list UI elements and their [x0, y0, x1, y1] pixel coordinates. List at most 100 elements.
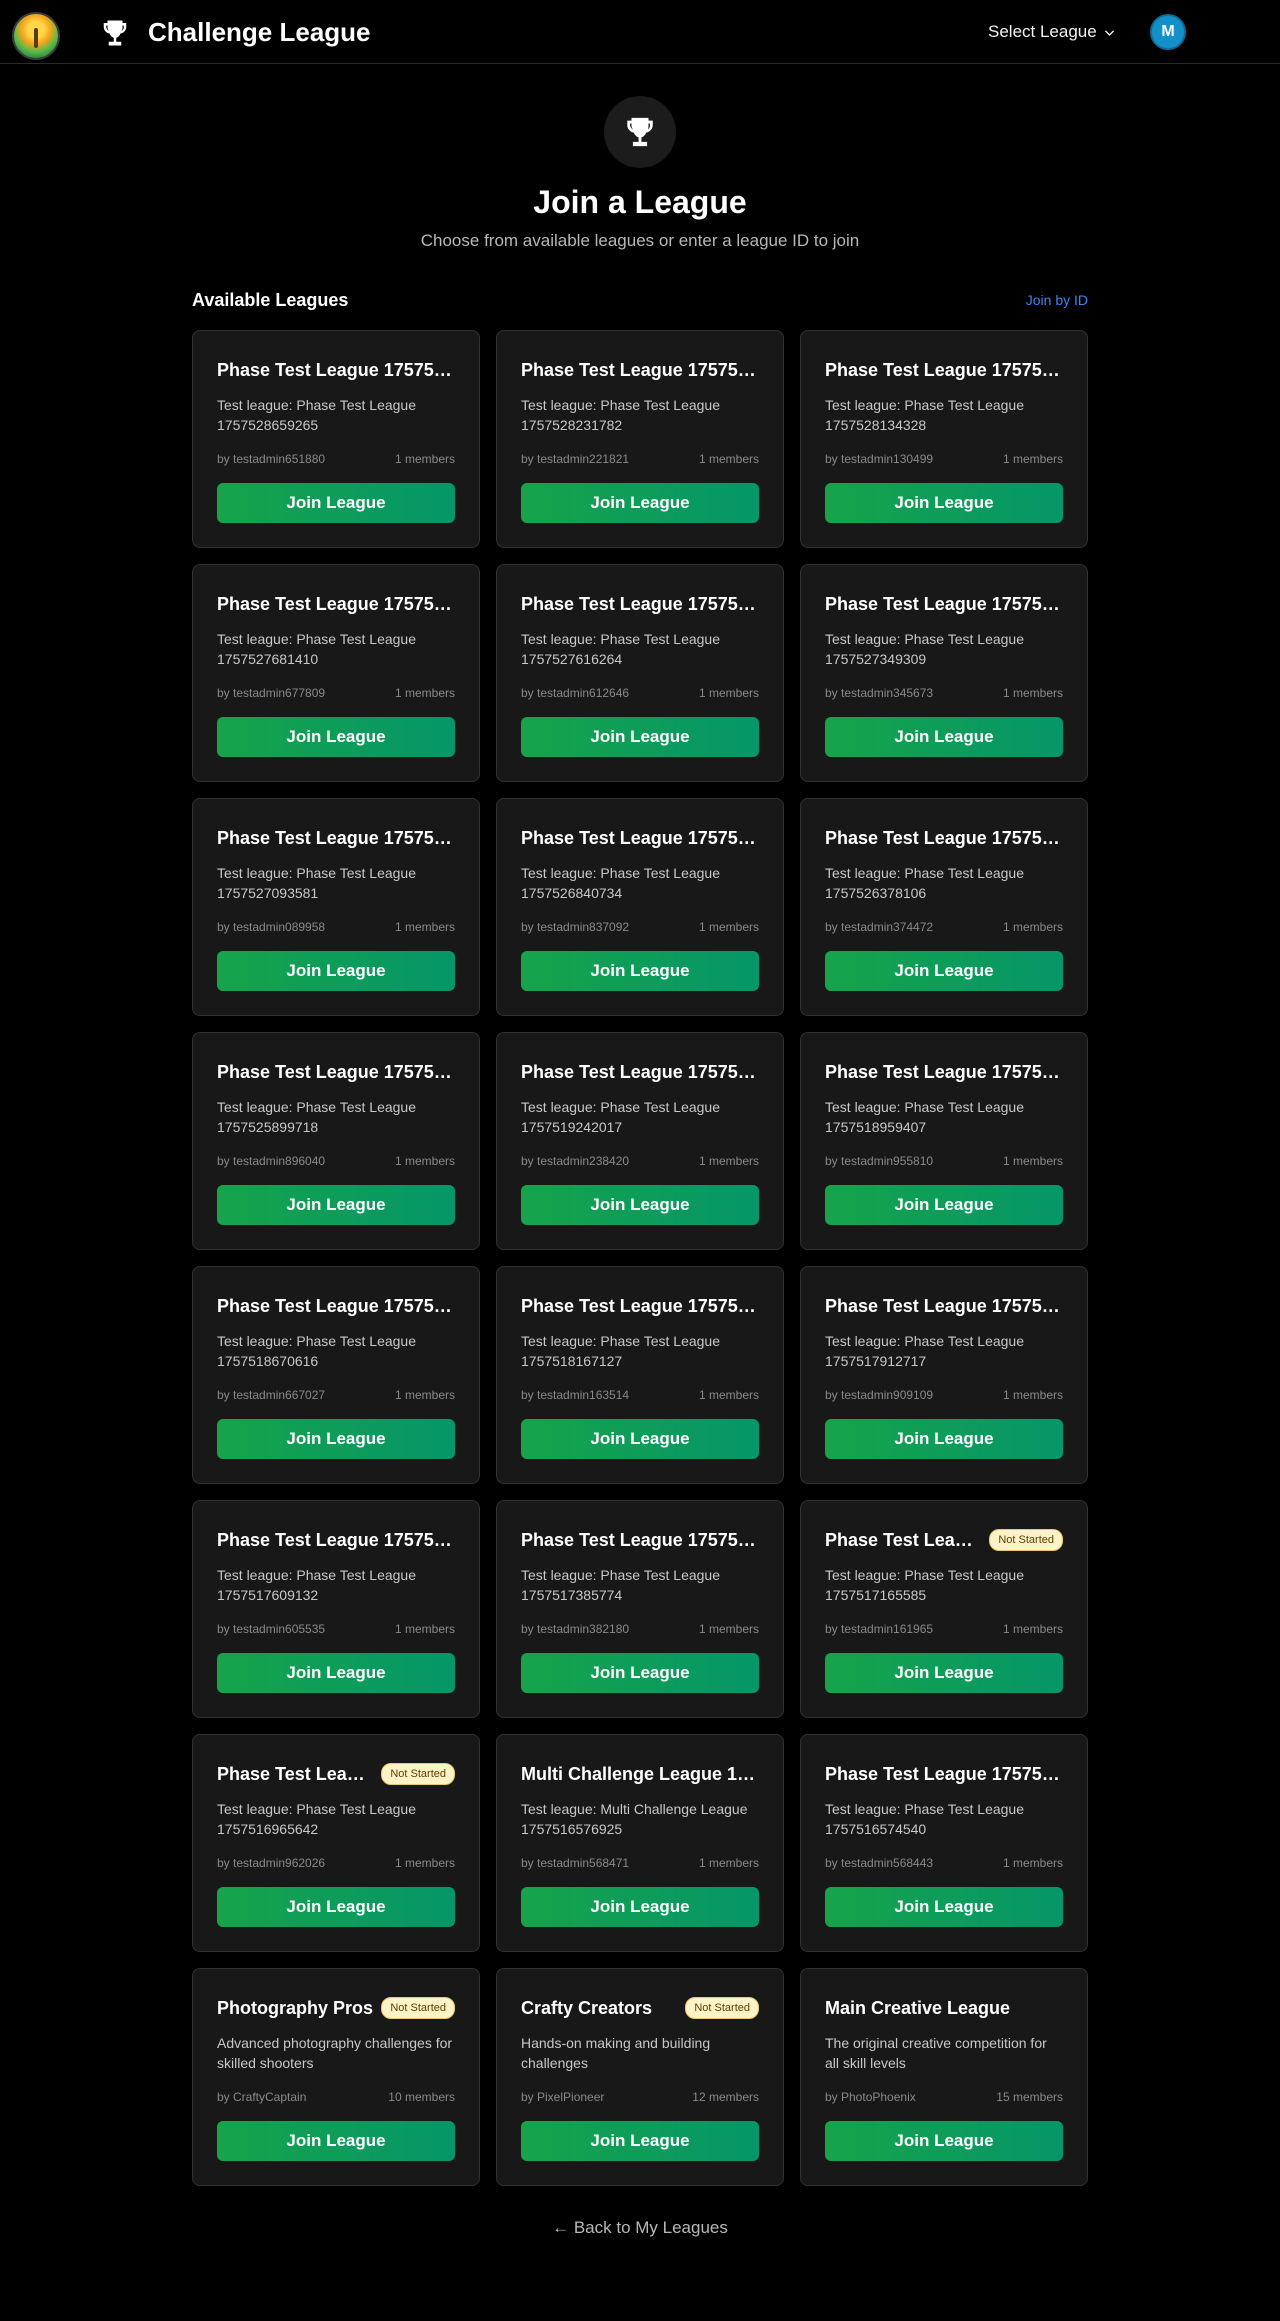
join-league-button[interactable]: Join League	[825, 717, 1063, 757]
league-title: Phase Test League 1757527616264	[521, 594, 759, 614]
join-league-button[interactable]: Join League	[217, 1653, 455, 1693]
league-meta: by testadmin238420 1 members	[521, 1153, 759, 1169]
join-league-button[interactable]: Join League	[217, 1185, 455, 1225]
league-member-count: 1 members	[394, 1154, 455, 1168]
league-title: Phase Test League 1757527681410	[217, 594, 455, 614]
join-league-button[interactable]: Join League	[521, 2121, 759, 2161]
league-member-count: 15 members	[996, 2090, 1063, 2104]
app-title[interactable]: Challenge League	[148, 15, 371, 49]
league-member-count: 1 members	[394, 920, 455, 934]
join-league-button[interactable]: Join League	[521, 1185, 759, 1225]
league-card-header: Phase Test League 1757516574540	[825, 1761, 1063, 1787]
trophy-icon	[103, 20, 127, 46]
join-league-button[interactable]: Join League	[217, 1887, 455, 1927]
join-league-button[interactable]: Join League	[825, 1653, 1063, 1693]
league-description: Test league: Phase Test League 175752823…	[521, 397, 721, 433]
join-league-button[interactable]: Join League	[217, 717, 455, 757]
join-league-button[interactable]: Join League	[217, 951, 455, 991]
league-member-count: 1 members	[394, 686, 455, 700]
league-card-header: Phase Test League 1757516965642 Not Star…	[217, 1761, 455, 1787]
league-grid: Phase Test League 1757528659265 Test lea…	[192, 330, 1088, 2186]
league-meta: by testadmin651880 1 members	[217, 451, 455, 467]
league-member-count: 1 members	[698, 686, 759, 700]
status-badge: Not Started	[381, 1997, 455, 2019]
league-meta: by testadmin605535 1 members	[217, 1621, 455, 1637]
league-title: Phase Test League 1757518167127	[521, 1296, 759, 1316]
chevron-down-icon	[1104, 29, 1114, 36]
league-card-header: Crafty Creators Not Started	[521, 1995, 759, 2021]
join-league-button[interactable]: Join League	[521, 1419, 759, 1459]
league-card: Phase Test League 1757525899718 Test lea…	[192, 1032, 480, 1250]
select-league-dropdown[interactable]: Select League	[988, 18, 1116, 46]
league-creator: by testadmin568443	[825, 1856, 934, 1870]
league-meta: by testadmin837092 1 members	[521, 919, 759, 935]
league-title: Photography Pros	[217, 1998, 374, 2018]
league-creator: by testadmin667027	[217, 1388, 326, 1402]
league-title: Phase Test League 1757517165585	[825, 1530, 982, 1550]
join-league-button[interactable]: Join League	[217, 483, 455, 523]
league-creator: by testadmin955810	[825, 1154, 934, 1168]
league-title: Phase Test League 1757517609132	[217, 1530, 455, 1550]
join-league-button[interactable]: Join League	[521, 1653, 759, 1693]
league-creator: by testadmin161965	[825, 1622, 934, 1636]
league-meta: by CraftyCaptain 10 members	[217, 2089, 455, 2105]
league-creator: by testadmin221821	[521, 452, 630, 466]
join-league-button[interactable]: Join League	[825, 1419, 1063, 1459]
join-league-button[interactable]: Join League	[825, 951, 1063, 991]
join-by-id-link[interactable]: Join by ID	[1026, 290, 1088, 310]
league-card: Phase Test League 1757517912717 Test lea…	[800, 1266, 1088, 1484]
league-description: Test league: Phase Test League 175751895…	[825, 1099, 1025, 1135]
league-member-count: 12 members	[692, 2090, 759, 2104]
league-member-count: 1 members	[698, 452, 759, 466]
join-league-button[interactable]: Join League	[825, 1887, 1063, 1927]
league-description: Test league: Phase Test League 175752734…	[825, 631, 1025, 667]
league-title: Phase Test League 1757528659265	[217, 360, 455, 380]
trophy-icon	[627, 117, 653, 147]
league-card: Phase Test League 1757517165585 Not Star…	[800, 1500, 1088, 1718]
league-card-header: Phase Test League 1757527681410	[217, 591, 455, 617]
league-card-header: Phase Test League 1757526378106	[825, 825, 1063, 851]
league-meta: by testadmin130499 1 members	[825, 451, 1063, 467]
app-logo[interactable]	[12, 12, 60, 60]
join-league-button[interactable]: Join League	[825, 1185, 1063, 1225]
league-title: Phase Test League 1757528134328	[825, 360, 1063, 380]
league-description: Test league: Phase Test League 175752637…	[825, 865, 1025, 901]
back-to-my-leagues-link[interactable]: ← Back to My Leagues	[552, 2218, 728, 2237]
league-creator: by PixelPioneer	[521, 2090, 605, 2104]
back-to-my-leagues: ← Back to My Leagues	[0, 2216, 1280, 2240]
join-league-button[interactable]: Join League	[825, 2121, 1063, 2161]
league-card-header: Phase Test League 1757517609132	[217, 1527, 455, 1553]
league-creator: by testadmin238420	[521, 1154, 630, 1168]
join-league-button[interactable]: Join League	[521, 1887, 759, 1927]
league-title: Phase Test League 1757517385774	[521, 1530, 759, 1550]
league-description: Test league: Phase Test League 175752709…	[217, 865, 417, 901]
page-title: Join a League	[533, 184, 747, 220]
league-card-header: Phase Test League 1757528231782	[521, 357, 759, 383]
section-title: Available Leagues	[192, 290, 349, 310]
league-card-header: Phase Test League 1757518670616	[217, 1293, 455, 1319]
avatar[interactable]: M	[1150, 14, 1186, 50]
league-member-count: 10 members	[388, 2090, 455, 2104]
league-meta: by testadmin677809 1 members	[217, 685, 455, 701]
league-title: Phase Test League 1757518670616	[217, 1296, 455, 1316]
join-league-button[interactable]: Join League	[825, 483, 1063, 523]
league-meta: by testadmin161965 1 members	[825, 1621, 1063, 1637]
league-card: Phase Test League 1757528659265 Test lea…	[192, 330, 480, 548]
league-title: Multi Challenge League 1757516576925	[521, 1764, 759, 1784]
league-description: Test league: Phase Test League 175752813…	[825, 397, 1025, 433]
join-league-button[interactable]: Join League	[217, 2121, 455, 2161]
league-description: Test league: Phase Test League 175751738…	[521, 1567, 721, 1603]
join-league-button[interactable]: Join League	[521, 717, 759, 757]
join-league-button[interactable]: Join League	[521, 951, 759, 991]
league-meta: by testadmin962026 1 members	[217, 1855, 455, 1871]
league-card: Photography Pros Not Started Advanced ph…	[192, 1968, 480, 2186]
status-badge: Not Started	[685, 1997, 759, 2019]
status-badge: Not Started	[381, 1763, 455, 1785]
league-card-header: Phase Test League 1757517385774	[521, 1527, 759, 1553]
join-league-button[interactable]: Join League	[521, 483, 759, 523]
status-badge: Not Started	[989, 1529, 1063, 1551]
league-description: Test league: Phase Test League 175751791…	[825, 1333, 1025, 1369]
league-meta: by PhotoPhoenix 15 members	[825, 2089, 1063, 2105]
league-description: Hands-on making and building challenges	[521, 2035, 711, 2071]
join-league-button[interactable]: Join League	[217, 1419, 455, 1459]
